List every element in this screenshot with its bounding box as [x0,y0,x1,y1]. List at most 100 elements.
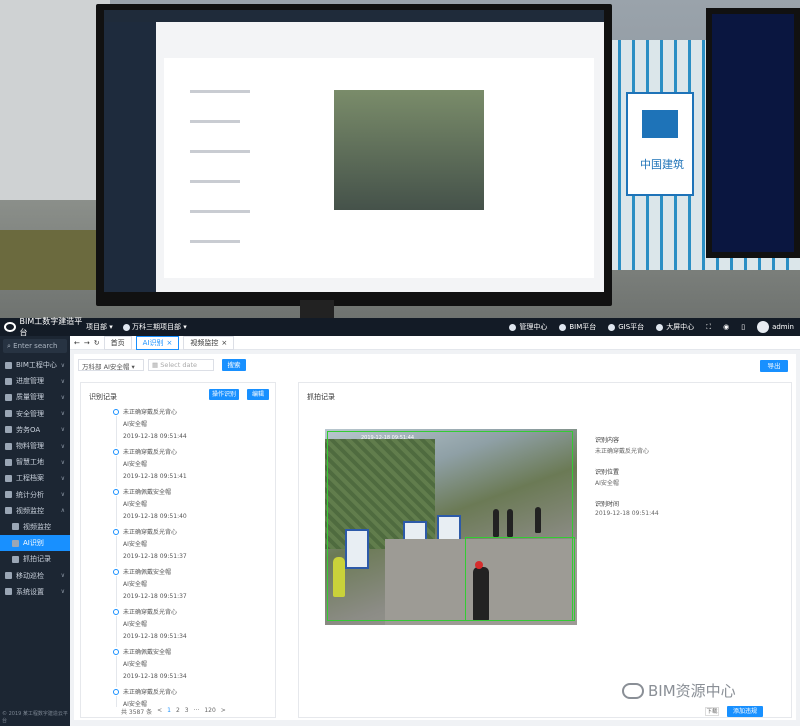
content-card: 万科部 AI安全帽 ▾ ▦ Select date 搜索 导出 识别记录 操作识… [74,354,796,720]
fullscreen-icon[interactable]: ⛶ [706,323,711,332]
timeline-line [115,656,117,687]
sidebar-item[interactable]: 工程档案 ∨ [0,470,70,486]
pager-page[interactable]: 1 [167,707,171,716]
nav-management-center[interactable]: 管理中心 [509,322,547,332]
menu-icon [5,507,12,515]
record-time: 2019-12-18 09:51:44 [123,433,187,440]
sidebar-item[interactable]: 抓拍记录 [0,551,70,567]
pager-prev[interactable]: < [157,707,162,716]
record-item[interactable]: 未正确佩戴安全帽 AI安全帽 2019-12-18 09:51:37 [113,567,273,607]
record-item[interactable]: 未正确穿戴反光背心AI安全帽2019-12-18 09:51:31 [113,687,273,707]
sidebar-item[interactable]: 进度管理 ∨ [0,373,70,389]
tab-video-monitor[interactable]: 视频监控 × [183,335,235,350]
date-picker[interactable]: ▦ Select date [148,359,214,371]
sidebar-item-label: BIM工程中心 [16,361,57,370]
sidebar-item-label: 物料管理 [16,442,44,451]
sidebar-item[interactable]: 物料管理 ∨ [0,438,70,454]
subproject-selector[interactable]: 万科三期项目部 ▾ [122,322,187,332]
dashboard-icon [656,323,664,331]
tab-home[interactable]: 首页 [103,335,132,350]
subproject-label: 万科三期项目部 [131,323,181,331]
menu-icon [5,361,12,369]
sidebar-item[interactable]: 视频监控 ∧ [0,503,70,519]
building [0,0,110,200]
grass [0,230,110,290]
sidebar-item[interactable]: 质量管理 ∨ [0,389,70,405]
close-icon[interactable]: × [221,339,227,347]
timeline-dot-icon [113,569,119,575]
camera-select[interactable]: 万科部 AI安全帽 ▾ [78,359,144,371]
menu-icon [5,377,12,385]
nav-dashboard-center[interactable]: 大屏中心 [656,322,694,332]
record-item[interactable]: 未正确佩戴安全帽 AI安全帽 2019-12-18 09:51:34 [113,647,273,687]
close-icon[interactable]: × [166,339,172,347]
info-value: AI安全帽 [595,480,619,487]
edit-button[interactable]: 编辑 [247,389,269,400]
recognition-records-panel: 识别记录 操作识别 编辑 未正确穿戴反光背心 AI安全帽 2019-12-18 09… [80,382,276,718]
tab-label: 首页 [110,338,125,347]
search-button[interactable]: 搜索 [222,359,246,371]
sidebar-search-input[interactable]: ⌕ Enter search [3,339,67,353]
refresh-icon[interactable]: ↻ [94,339,100,347]
pager-next[interactable]: > [221,707,226,716]
add-violation-button[interactable]: 添加违规 [727,706,763,717]
status-button[interactable]: 操作识别 [209,389,239,400]
export-button[interactable]: 导出 [760,360,788,372]
record-time: 2019-12-18 09:51:37 [123,553,187,560]
brand[interactable]: BIM工数字建造平台 [0,316,86,338]
chevron-icon: ∨ [60,426,65,434]
nav-label: 大屏中心 [666,323,695,331]
sidebar-item[interactable]: 劳务OA ∨ [0,422,70,438]
screen-line [190,150,250,153]
sidebar-item[interactable]: 安全管理 ∨ [0,406,70,422]
nav-bim-platform[interactable]: BIM平台 [559,322,596,332]
timeline-line [115,696,117,707]
monitor-stand [300,300,334,318]
record-timeline: 未正确穿戴反光背心 AI安全帽 2019-12-18 09:51:44 未正确穿戴反光… [113,407,273,707]
chevron-icon: ∨ [60,491,65,499]
sidebar-item-label: 安全管理 [16,409,44,418]
sidebar-item[interactable]: 移动巡检 ∨ [0,567,70,583]
menu-icon [5,393,12,401]
timeline-line [115,536,117,567]
sidebar-item[interactable]: 智慧工地 ∨ [0,454,70,470]
record-item[interactable]: 未正确穿戴反光背心 AI安全帽 2019-12-18 09:51:34 [113,607,273,647]
project-icon [122,323,130,331]
pager-page[interactable]: 2 [176,707,180,716]
tab-ai-recognition[interactable]: AI识别 × [135,335,180,350]
menu-icon [5,410,12,418]
sidebar-item[interactable]: BIM工程中心 ∨ [0,357,70,373]
record-time: 2019-12-18 09:51:41 [123,473,187,480]
sidebar-item-label: 质量管理 [16,393,44,402]
timeline-line [115,616,117,647]
company-logo-icon [642,110,678,138]
sidebar-item[interactable]: 视频监控 [0,519,70,535]
record-item[interactable]: 未正确穿戴反光背心 AI安全帽 2019-12-18 09:51:37 [113,527,273,567]
record-time: 2019-12-18 09:51:40 [123,513,187,520]
pager-ellipsis[interactable]: ··· [194,707,200,716]
notification-icon[interactable]: ◉ [723,323,729,331]
monitor [96,4,612,306]
project-selector[interactable]: 项目部 ▾ [86,322,113,332]
record-item[interactable]: 未正确穿戴反光背心 AI安全帽 2019-12-18 09:51:44 [113,407,273,447]
sidebar-item[interactable]: 系统设置 ∨ [0,584,70,600]
screen-line [190,180,240,183]
mobile-icon[interactable]: ▯ [741,323,745,331]
nav-gis-platform[interactable]: GIS平台 [608,322,644,332]
download-button[interactable]: 下载 [705,707,719,716]
user-menu[interactable]: admin [757,321,794,333]
bim-icon [559,323,567,331]
sidebar-item[interactable]: 统计分析 ∨ [0,487,70,503]
record-item[interactable]: 未正确佩戴安全帽 AI安全帽 2019-12-18 09:51:40 [113,487,273,527]
record-title: 未正确佩戴安全帽 [123,569,172,576]
timeline-dot-icon [113,529,119,535]
gis-icon [608,323,616,331]
snapshot-image[interactable]: 2019-12-18 09:51:44 [325,429,577,625]
nav-label: GIS平台 [618,323,645,331]
back-icon[interactable]: ← [74,339,80,347]
sidebar-item[interactable]: AI识别 [0,535,70,552]
forward-icon[interactable]: → [84,339,90,347]
pager-page[interactable]: 120 [204,707,215,716]
pager-page[interactable]: 3 [185,707,189,716]
record-item[interactable]: 未正确穿戴反光背心 AI安全帽 2019-12-18 09:51:41 [113,447,273,487]
